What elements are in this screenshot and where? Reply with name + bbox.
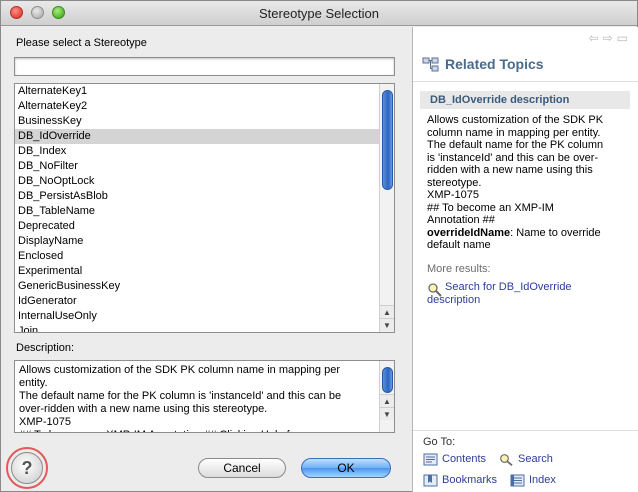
description-box[interactable]: Allows customization of the SDK PK colum… xyxy=(14,360,395,433)
topic-line: ridden with a new name using this xyxy=(427,164,593,176)
scrollbar-thumb[interactable] xyxy=(382,90,393,190)
help-nav-arrows: ⇦⇨▭ xyxy=(589,31,632,45)
search-icon xyxy=(500,454,513,466)
topic-line: Allows customization of the SDK PK xyxy=(427,114,604,126)
forward-arrow-icon[interactable]: ⇨ xyxy=(603,31,617,45)
index-link[interactable]: Index xyxy=(510,474,556,487)
goto-separator xyxy=(413,430,638,431)
search-link-line1[interactable]: Search for DB_IdOverride xyxy=(427,281,627,294)
select-prompt-label: Please select a Stereotype xyxy=(16,37,147,49)
stereotype-list-item[interactable]: AlternateKey2 xyxy=(15,99,379,114)
back-arrow-icon[interactable]: ⇦ xyxy=(589,31,603,45)
topic-body: Allows customization of the SDK PK column… xyxy=(427,114,627,252)
topic-line: stereotype. xyxy=(427,176,482,189)
bookmarks-link[interactable]: Bookmarks xyxy=(423,474,497,487)
stereotype-list-scrollbar[interactable]: ▲ ▼ xyxy=(379,84,394,332)
search-link[interactable]: Search xyxy=(499,453,553,466)
stereotype-list-item[interactable]: DB_NoFilter xyxy=(15,159,379,174)
override-text-cont: default name xyxy=(427,239,491,251)
topic-line: Annotation ## xyxy=(427,214,495,226)
override-text: : Name to override xyxy=(510,226,601,239)
stereotype-list-item[interactable]: InternalUseOnly xyxy=(15,309,379,324)
topic-heading: DB_IdOverride description xyxy=(420,91,630,109)
stereotype-list-item[interactable]: Experimental xyxy=(15,264,379,279)
stereotype-list-item[interactable]: DB_Index xyxy=(15,144,379,159)
topic-line: ## To become an XMP-IM xyxy=(427,201,554,214)
stereotype-list-item[interactable]: DB_PersistAsBlob xyxy=(15,189,379,204)
description-scroll-down-icon[interactable]: ▼ xyxy=(380,407,394,420)
description-scrollbar[interactable]: ▲ ▼ xyxy=(379,361,394,432)
help-button[interactable]: ? xyxy=(11,452,43,484)
stereotype-list-item[interactable]: IdGenerator xyxy=(15,294,379,309)
index-icon xyxy=(510,474,525,487)
scroll-up-arrow-icon[interactable]: ▲ xyxy=(380,305,394,318)
contents-icon xyxy=(423,453,438,466)
stereotype-list[interactable]: AlternateKey1 AlternateKey2 BusinessKey DB_… xyxy=(14,83,395,333)
cancel-button[interactable]: Cancel xyxy=(198,458,286,478)
contents-link[interactable]: Contents xyxy=(423,453,486,466)
help-separator xyxy=(413,81,638,82)
stereotype-list-item[interactable]: GenericBusinessKey xyxy=(15,279,379,294)
stereotype-selection-dialog: Stereotype Selection Please select a Ste… xyxy=(0,0,638,492)
stereotype-list-item[interactable]: BusinessKey xyxy=(15,114,379,129)
ok-button[interactable]: OK xyxy=(301,458,391,478)
stereotype-list-item[interactable]: AlternateKey1 xyxy=(15,84,379,99)
title-bar[interactable]: Stereotype Selection xyxy=(1,1,637,26)
stereotype-list-item[interactable]: DB_TableName xyxy=(15,204,379,219)
stereotype-list-item[interactable]: Enclosed xyxy=(15,249,379,264)
stereotype-filter-input[interactable] xyxy=(14,57,395,76)
topic-line: is 'instanceId' and this can be over- xyxy=(427,151,599,164)
topic-line: The default name for the PK column xyxy=(427,139,604,151)
related-topics-title: Related Topics xyxy=(445,56,544,72)
topic-line: XMP-1075 xyxy=(427,189,479,201)
window-title: Stereotype Selection xyxy=(259,6,379,21)
search-link-line2[interactable]: description xyxy=(427,294,627,307)
goto-label: Go To: xyxy=(423,436,456,448)
search-help-icon xyxy=(428,283,442,297)
stereotype-list-item[interactable]: DisplayName xyxy=(15,234,379,249)
override-label: overrideIdName xyxy=(427,226,511,239)
stereotype-list-item[interactable]: Deprecated xyxy=(15,219,379,234)
stereotype-list-item[interactable]: DB_NoOptLock xyxy=(15,174,379,189)
topic-line: column name in mapping per entity. xyxy=(427,126,601,139)
stereotype-list-item[interactable]: Join xyxy=(15,324,379,332)
more-results-label: More results: xyxy=(427,263,491,275)
override-line: overrideIdName: Name to override xyxy=(427,227,627,240)
home-icon[interactable]: ▭ xyxy=(617,31,632,45)
bookmarks-icon xyxy=(423,474,438,487)
search-topic-link[interactable]: Search for DB_IdOverride description xyxy=(427,281,627,307)
description-scroll-up-icon[interactable]: ▲ xyxy=(380,394,394,407)
related-topics-icon xyxy=(422,57,439,72)
description-label: Description: xyxy=(16,342,75,354)
topic-lines: Allows customization of the SDK PK column… xyxy=(427,114,627,227)
description-scrollbar-thumb[interactable] xyxy=(382,367,393,393)
help-pane: ⇦⇨▭ Related Topics DB_IdOverride descrip… xyxy=(412,27,638,492)
scroll-down-arrow-icon[interactable]: ▼ xyxy=(380,318,394,331)
description-text: Allows customization of the SDK PK colum… xyxy=(19,364,342,432)
stereotype-list-item[interactable]: DB_IdOverride xyxy=(15,129,379,144)
